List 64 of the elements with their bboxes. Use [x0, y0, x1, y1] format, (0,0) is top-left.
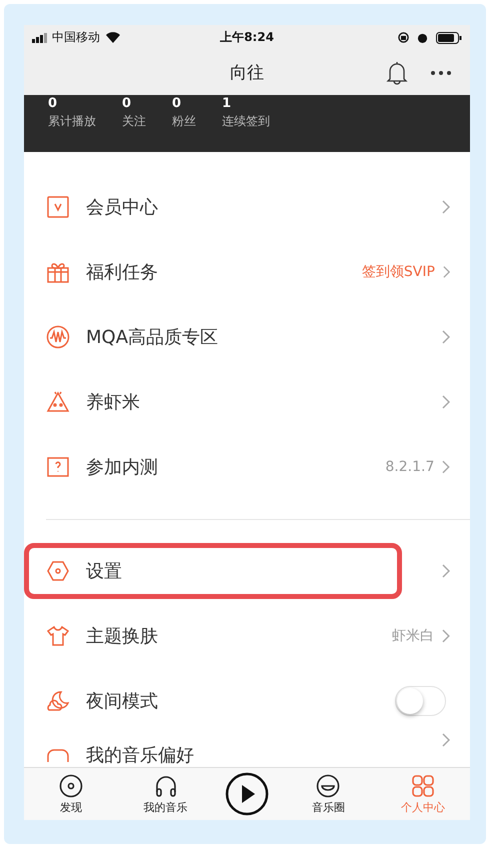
battery-icon [436, 32, 462, 44]
headphones-icon [154, 774, 178, 798]
stat-label: 关注 [122, 113, 146, 130]
menu-value: 虾米白 [392, 626, 434, 644]
question-bubble-icon [46, 454, 70, 478]
menu-label: 主题换肤 [86, 624, 158, 648]
rotation-lock-icon [398, 32, 410, 43]
disc-icon [59, 774, 84, 798]
page-title: 向往 [230, 62, 264, 84]
menu-label: 养虾米 [86, 390, 140, 414]
signal-icon [32, 32, 48, 42]
tab-item[interactable]: 发现 [36, 774, 106, 814]
tab-item[interactable]: 音乐圈 [293, 774, 364, 814]
play-icon [224, 772, 269, 816]
play-button[interactable] [224, 772, 269, 816]
stat-value: 0 [172, 97, 182, 111]
menu-row[interactable]: 夜间模式 [24, 668, 470, 733]
menu-label: 设置 [86, 560, 122, 582]
chevron-icon [442, 264, 450, 278]
bell-icon[interactable] [386, 61, 408, 85]
menu-label: 参加内测 [86, 456, 158, 478]
menu-row[interactable]: MQA高品质专区 [24, 304, 470, 369]
tab-item[interactable]: 我的音乐 [130, 774, 201, 814]
chevron-icon [442, 564, 450, 578]
carrier-name: 中国移动 [52, 29, 100, 46]
menu-value: 8.2.1.7 [385, 458, 434, 474]
smile-icon [316, 774, 340, 798]
menu-row[interactable]: 参加内测 8.2.1.7 [24, 434, 470, 499]
stat-value: 0 [48, 97, 58, 111]
stat-label: 连续签到 [222, 113, 270, 130]
chevron-icon [442, 460, 450, 474]
menu-row[interactable]: 我的音乐偏好 [24, 733, 470, 767]
menu-row[interactable]: 设置 [24, 538, 470, 603]
grid-icon [410, 774, 435, 798]
chevron-icon [442, 628, 450, 642]
stat-value: 1 [222, 97, 232, 111]
menu-row[interactable]: 主题换肤 虾米白 [24, 603, 470, 668]
chevron-icon [442, 200, 450, 214]
menu-label: MQA高品质专区 [86, 326, 218, 348]
menu-row[interactable]: 福利任务 签到领SVIP [24, 239, 470, 304]
hexagon-icon [46, 558, 70, 582]
stat-label: 粉丝 [172, 113, 196, 130]
chevron-icon [442, 330, 450, 344]
wifi-icon [106, 32, 120, 43]
status-time: 上午8:24 [220, 29, 274, 46]
menu-label: 我的音乐偏好 [86, 744, 194, 767]
menu-value: 签到领SVIP [362, 262, 435, 280]
rounded-shape-icon [46, 748, 70, 762]
menu-label: 福利任务 [86, 260, 158, 284]
tshirt-icon [46, 624, 70, 648]
menu-label: 夜间模式 [86, 690, 158, 712]
chevron-icon [442, 394, 450, 408]
night-mode-switch[interactable] [394, 686, 446, 716]
more-icon[interactable] [430, 70, 452, 76]
stat-label: 累计播放 [48, 113, 96, 130]
v-badge-icon [46, 194, 70, 218]
menu-row[interactable]: 会员中心 [24, 174, 470, 239]
waveform-circle-icon [46, 324, 70, 348]
moon-cloud-icon [46, 688, 70, 712]
menu-label: 会员中心 [86, 196, 158, 218]
chevron-icon [442, 733, 450, 747]
menu-row[interactable]: 养虾米 [24, 369, 470, 434]
triangle-creature-icon [46, 390, 70, 414]
stat-value: 0 [122, 97, 132, 111]
